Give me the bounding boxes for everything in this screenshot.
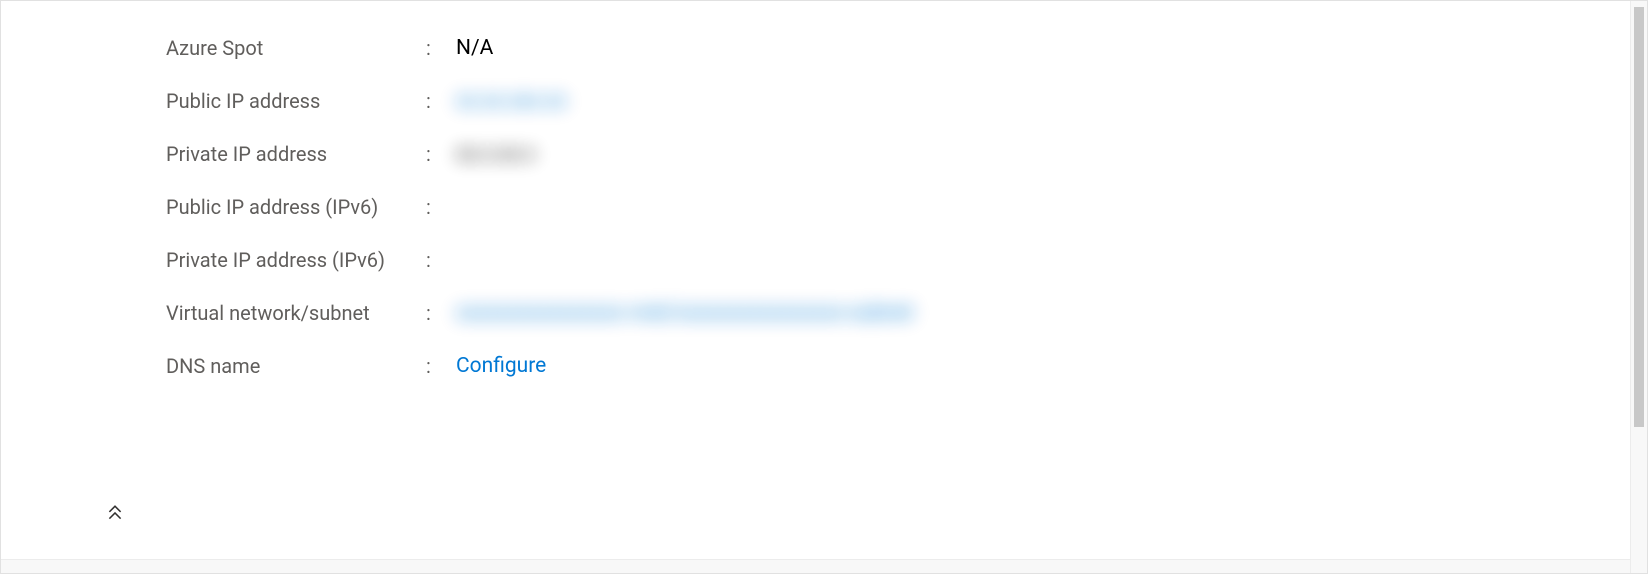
vertical-scrollbar-thumb[interactable]: [1634, 7, 1644, 427]
vertical-scrollbar[interactable]: [1630, 1, 1647, 573]
colon: :: [426, 354, 456, 378]
resource-properties-panel: Azure Spot : N/A Public IP address : xx.…: [166, 21, 1627, 392]
row-private-ip: Private IP address : xx.x.xx.x: [166, 127, 1627, 180]
collapse-panel-icon[interactable]: [106, 504, 130, 528]
colon: :: [426, 301, 456, 325]
vertical-scrollbar-track[interactable]: [1631, 1, 1647, 573]
link-public-ip-address[interactable]: xx.xx.xxx.xx: [456, 89, 566, 113]
label-private-ip-v6: Private IP address (IPv6): [166, 248, 426, 272]
label-public-ip: Public IP address: [166, 89, 426, 113]
value-azure-spot: N/A: [456, 36, 493, 60]
link-virtual-network-subnet[interactable]: xxxxxxxxxxxxxxxx-vnet/xxxxxxxxxxxxxxxx-s…: [456, 301, 913, 325]
label-azure-spot: Azure Spot: [166, 36, 426, 60]
label-vnet-subnet: Virtual network/subnet: [166, 301, 426, 325]
row-public-ip: Public IP address : xx.xx.xxx.xx: [166, 74, 1627, 127]
colon: :: [426, 195, 456, 219]
row-public-ip-v6: Public IP address (IPv6) :: [166, 180, 1627, 233]
label-private-ip: Private IP address: [166, 142, 426, 166]
row-private-ip-v6: Private IP address (IPv6) :: [166, 233, 1627, 286]
label-dns-name: DNS name: [166, 354, 426, 378]
row-azure-spot: Azure Spot : N/A: [166, 21, 1627, 74]
colon: :: [426, 36, 456, 60]
link-configure-dns[interactable]: Configure: [456, 354, 546, 378]
value-private-ip-address: xx.x.xx.x: [456, 142, 535, 166]
row-vnet-subnet: Virtual network/subnet : xxxxxxxxxxxxxxx…: [166, 286, 1627, 339]
horizontal-scrollbar[interactable]: [1, 559, 1630, 573]
colon: :: [426, 248, 456, 272]
row-dns-name: DNS name : Configure: [166, 339, 1627, 392]
colon: :: [426, 142, 456, 166]
colon: :: [426, 89, 456, 113]
label-public-ip-v6: Public IP address (IPv6): [166, 195, 426, 219]
